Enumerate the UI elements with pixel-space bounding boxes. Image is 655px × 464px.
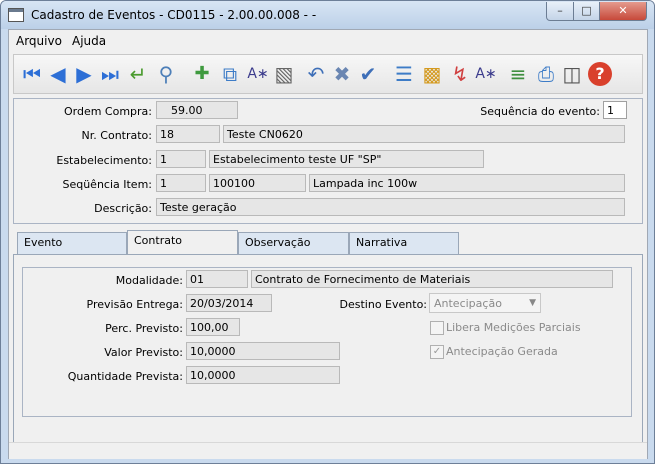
destino-evento-value: Antecipação [434, 297, 502, 310]
sequencia-item-label: Seqüência Item: [62, 178, 152, 191]
previsao-entrega-label: Previsão Entrega: [86, 298, 183, 311]
estabelecimento-label: Estabelecimento: [56, 154, 152, 167]
quantidade-prevista-label: Quantidade Prevista: [67, 370, 183, 383]
nr-contrato-label: Nr. Contrato: [81, 129, 152, 142]
antecipacao-gerada-checkbox[interactable]: ✓ [430, 345, 444, 359]
perc-previsto-label: Perc. Previsto: [105, 322, 183, 335]
confirm-icon[interactable]: ✔ [356, 62, 380, 86]
list-tree-icon[interactable]: ≡ [506, 62, 530, 86]
sequencia-evento-field[interactable]: 1 [603, 101, 627, 119]
delete-record-icon[interactable]: ▧ [272, 62, 296, 86]
modalidade-field[interactable]: 01 [186, 270, 248, 288]
status-bar [9, 442, 647, 459]
antecipacao-gerada-label: Antecipação Gerada [446, 345, 558, 358]
quantidade-prevista-field[interactable]: 10,0000 [186, 366, 340, 384]
ordem-compra-field[interactable]: 59.00 [156, 101, 238, 119]
libera-medicoes-checkbox[interactable] [430, 321, 444, 335]
app-icon [8, 8, 24, 22]
item-description: Lampada inc 100w [309, 174, 625, 192]
tab-evento[interactable]: Evento [17, 232, 127, 254]
modalidade-label: Modalidade: [115, 274, 183, 287]
cancel-icon[interactable]: ✖ [330, 62, 354, 86]
tab-bar: Evento Contrato Observação Narrativa [13, 230, 641, 255]
chevron-down-icon: ▼ [529, 298, 536, 308]
toolbar: ⏮ ◀ ▶ ⏭ ↵ ⚲ ✚ ⧉ A∗ ▧ ↶ ✖ ✔ ☰ ▩ ↯ A∗ ≡ ⎙ … [13, 54, 643, 94]
goto-return-icon[interactable]: ↵ [126, 62, 150, 86]
estabelecimento-description: Estabelecimento teste UF "SP" [209, 150, 484, 168]
next-record-icon[interactable]: ▶ [72, 62, 96, 86]
window-title: Cadastro de Eventos - CD0115 - 2.00.00.0… [31, 8, 317, 22]
close-button[interactable]: ✕ [599, 2, 647, 21]
help-icon[interactable]: ? [588, 62, 612, 86]
first-record-icon[interactable]: ⏮ [20, 62, 44, 86]
tab-contrato[interactable]: Contrato [127, 230, 238, 255]
previsao-entrega-field[interactable]: 20/03/2014 [186, 294, 272, 312]
nr-contrato-field[interactable]: 18 [156, 125, 220, 143]
add-record-icon[interactable]: ✚ [190, 62, 214, 86]
client-area: Arquivo Ajuda ⏮ ◀ ▶ ⏭ ↵ ⚲ ✚ ⧉ A∗ ▧ ↶ ✖ ✔… [8, 29, 648, 459]
edit-document-icon[interactable]: A∗ [474, 62, 498, 86]
edit-record-icon[interactable]: A∗ [246, 62, 270, 86]
tree-icon[interactable]: ☰ [392, 62, 416, 86]
menu-arquivo[interactable]: Arquivo [16, 34, 62, 48]
modalidade-description: Contrato de Fornecimento de Materiais [251, 270, 613, 288]
previous-record-icon[interactable]: ◀ [46, 62, 70, 86]
tab-narrativa[interactable]: Narrativa [349, 232, 459, 254]
zoom-search-icon[interactable]: ⚲ [154, 62, 178, 86]
nr-contrato-description: Teste CN0620 [223, 125, 625, 143]
destino-evento-label: Destino Evento: [339, 298, 427, 311]
destino-evento-select[interactable]: Antecipação ▼ [429, 293, 541, 313]
last-record-icon[interactable]: ⏭ [98, 62, 122, 86]
sequencia-item-field[interactable]: 1 [156, 174, 206, 192]
menu-bar: Arquivo Ajuda [9, 30, 647, 52]
title-bar[interactable]: Cadastro de Eventos - CD0115 - 2.00.00.0… [1, 1, 654, 29]
sequencia-evento-label: Sequência do evento: [480, 105, 600, 118]
descricao-field[interactable]: Teste geração [156, 198, 625, 216]
contrato-fields-panel: Modalidade: 01 Contrato de Fornecimento … [22, 267, 632, 417]
application-window: Cadastro de Eventos - CD0115 - 2.00.00.0… [0, 0, 655, 464]
descricao-label: Descrição: [94, 202, 152, 215]
item-code-field: 100100 [209, 174, 306, 192]
report-icon[interactable]: ▩ [420, 62, 444, 86]
exit-icon[interactable]: ◫ [560, 62, 584, 86]
menu-ajuda[interactable]: Ajuda [72, 34, 106, 48]
header-panel: Ordem Compra: 59.00 Sequência do evento:… [13, 98, 643, 224]
libera-medicoes-label: Libera Medições Parciais [446, 321, 581, 334]
tab-observacao[interactable]: Observação [238, 232, 349, 254]
import-icon[interactable]: ↯ [448, 62, 472, 86]
copy-record-icon[interactable]: ⧉ [218, 62, 242, 86]
ordem-compra-label: Ordem Compra: [63, 105, 152, 118]
contrato-tab-panel: Modalidade: 01 Contrato de Fornecimento … [13, 254, 643, 444]
estabelecimento-field[interactable]: 1 [156, 150, 206, 168]
print-icon[interactable]: ⎙ [534, 62, 558, 86]
undo-icon[interactable]: ↶ [304, 62, 328, 86]
minimize-button[interactable]: – [546, 2, 574, 21]
maximize-button[interactable]: □ [573, 2, 600, 21]
perc-previsto-field[interactable]: 100,00 [186, 318, 240, 336]
valor-previsto-label: Valor Previsto: [104, 346, 183, 359]
valor-previsto-field[interactable]: 10,0000 [186, 342, 340, 360]
